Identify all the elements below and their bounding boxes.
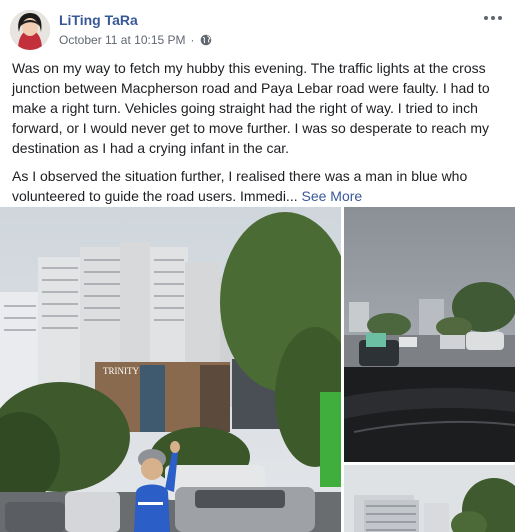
see-more-link[interactable]: See More <box>302 188 363 204</box>
photo-dashboard-view[interactable] <box>344 207 515 462</box>
post-body: Was on my way to fetch my hubby this eve… <box>12 58 504 214</box>
photo-street-junction-image: TRINITY <box>0 207 341 532</box>
photo-buildings[interactable] <box>344 465 515 532</box>
post-header: LiTing TaRa October 11 at 10:15 PM · <box>10 8 505 52</box>
meta-separator: · <box>190 33 195 47</box>
post-paragraph: As I observed the situation further, I r… <box>12 166 504 206</box>
building-sign: TRINITY <box>103 366 139 376</box>
photo-buildings-image <box>344 465 515 532</box>
post-author[interactable]: LiTing TaRa <box>59 12 138 28</box>
avatar[interactable] <box>10 10 50 50</box>
photo-dashboard-view-image <box>344 207 515 462</box>
avatar-image <box>10 10 50 50</box>
post-timestamp[interactable]: October 11 at 10:15 PM <box>59 33 186 47</box>
post-paragraph-text: As I observed the situation further, I r… <box>12 168 468 204</box>
photo-street-junction[interactable]: TRINITY <box>0 207 341 532</box>
globe-icon[interactable] <box>200 34 212 46</box>
post-meta: October 11 at 10:15 PM · <box>59 33 212 47</box>
post-paragraph: Was on my way to fetch my hubby this eve… <box>12 60 490 156</box>
volunteer-figure <box>134 484 170 532</box>
more-options-icon[interactable] <box>481 10 505 26</box>
